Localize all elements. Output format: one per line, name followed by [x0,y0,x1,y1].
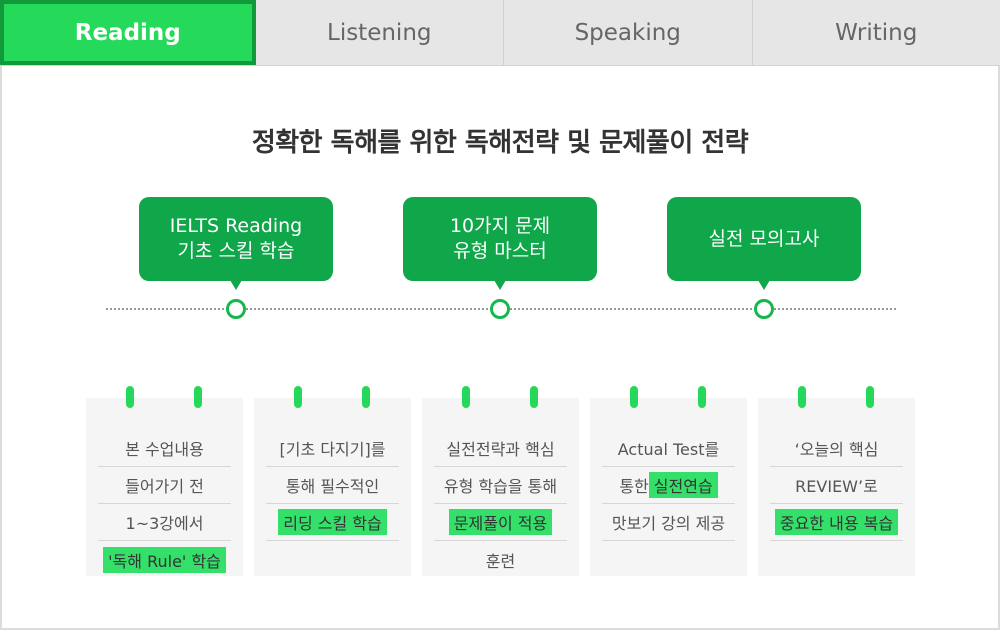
curriculum-card-5: ‘오늘의 핵심 REVIEW’로 중요한 내용 복습 [758,386,915,578]
curriculum-card-2: [기초 다지기]를 통해 필수적인 리딩 스킬 학습 [254,386,411,578]
tab-reading[interactable]: Reading [0,0,256,65]
card-pin-icon [698,386,706,408]
card-pin-icon [530,386,538,408]
card-line: 통한 실전연습 [602,467,735,504]
card-pin-icon [126,386,134,408]
step-bubble-mock-test: 실전 모의고사 [667,197,861,290]
section-title: 정확한 독해를 위한 독해전략 및 문제풀이 전략 [251,128,749,158]
card-line: 리딩 스킬 학습 [266,504,399,541]
highlight-text: '독해 Rule' 학습 [103,546,226,573]
step-label-line1: 10가지 문제 [449,215,551,237]
card-line: 통해 필수적인 [266,467,399,504]
step-bubble-basic-skills: IELTS Reading 기초 스킬 학습 [139,197,333,290]
card-line: 1~3강에서 [98,504,231,541]
tab-listening[interactable]: Listening [256,0,504,65]
timeline-node [754,299,774,319]
card-line: 유형 학습을 통해 [434,467,567,504]
card-line: 중요한 내용 복습 [770,504,903,541]
step-label-line2: 기초 스킬 학습 [177,240,295,262]
curriculum-card-1: 본 수업내용 들어가기 전 1~3강에서 '독해 Rule' 학습 [86,386,243,578]
card-line-prefix: 통한 [619,477,649,496]
card-pin-icon [866,386,874,408]
curriculum-card-3: 실전전략과 핵심 유형 학습을 통해 문제풀이 적용 훈련 [422,386,579,576]
step-label-line2: 유형 마스터 [453,240,547,262]
timeline-node [490,299,510,319]
tab-bar: Reading Listening Speaking Writing [0,0,1000,66]
card-pin-icon [362,386,370,408]
card-pin-icon [462,386,470,408]
step-label-line1: IELTS Reading [169,215,303,237]
card-pin-icon [798,386,806,408]
card-pin-icon [294,386,302,408]
card-line: 맛보기 강의 제공 [602,504,735,541]
card-pin-icon [630,386,638,408]
card-line: '독해 Rule' 학습 [98,541,231,578]
card-line: [기초 다지기]를 [266,430,399,467]
card-line-empty [266,541,399,578]
highlight-text: 실전연습 [648,472,718,498]
highlight-text: 문제풀이 적용 [448,509,553,535]
card-line-empty [602,541,735,578]
step-bubble-question-types: 10가지 문제 유형 마스터 [403,197,597,290]
step-label-line1: 실전 모의고사 [708,227,820,250]
card-line-empty [770,541,903,578]
tab-writing[interactable]: Writing [753,0,1000,65]
card-pin-icon [194,386,202,408]
curriculum-card-4: Actual Test를 통한 실전연습 맛보기 강의 제공 [590,386,747,578]
card-line: Actual Test를 [602,430,735,467]
card-line: 문제풀이 적용 [434,504,567,541]
tab-speaking[interactable]: Speaking [504,0,753,65]
timeline-node [226,299,246,319]
card-line: 훈련 [485,551,516,571]
highlight-text: 리딩 스킬 학습 [278,509,387,535]
card-line: 들어가기 전 [98,467,231,504]
highlight-text: 중요한 내용 복습 [774,509,899,535]
card-line: REVIEW’로 [770,467,903,504]
card-line: ‘오늘의 핵심 [770,430,903,467]
card-line: 본 수업내용 [98,430,231,467]
card-line: 실전전략과 핵심 [434,430,567,467]
